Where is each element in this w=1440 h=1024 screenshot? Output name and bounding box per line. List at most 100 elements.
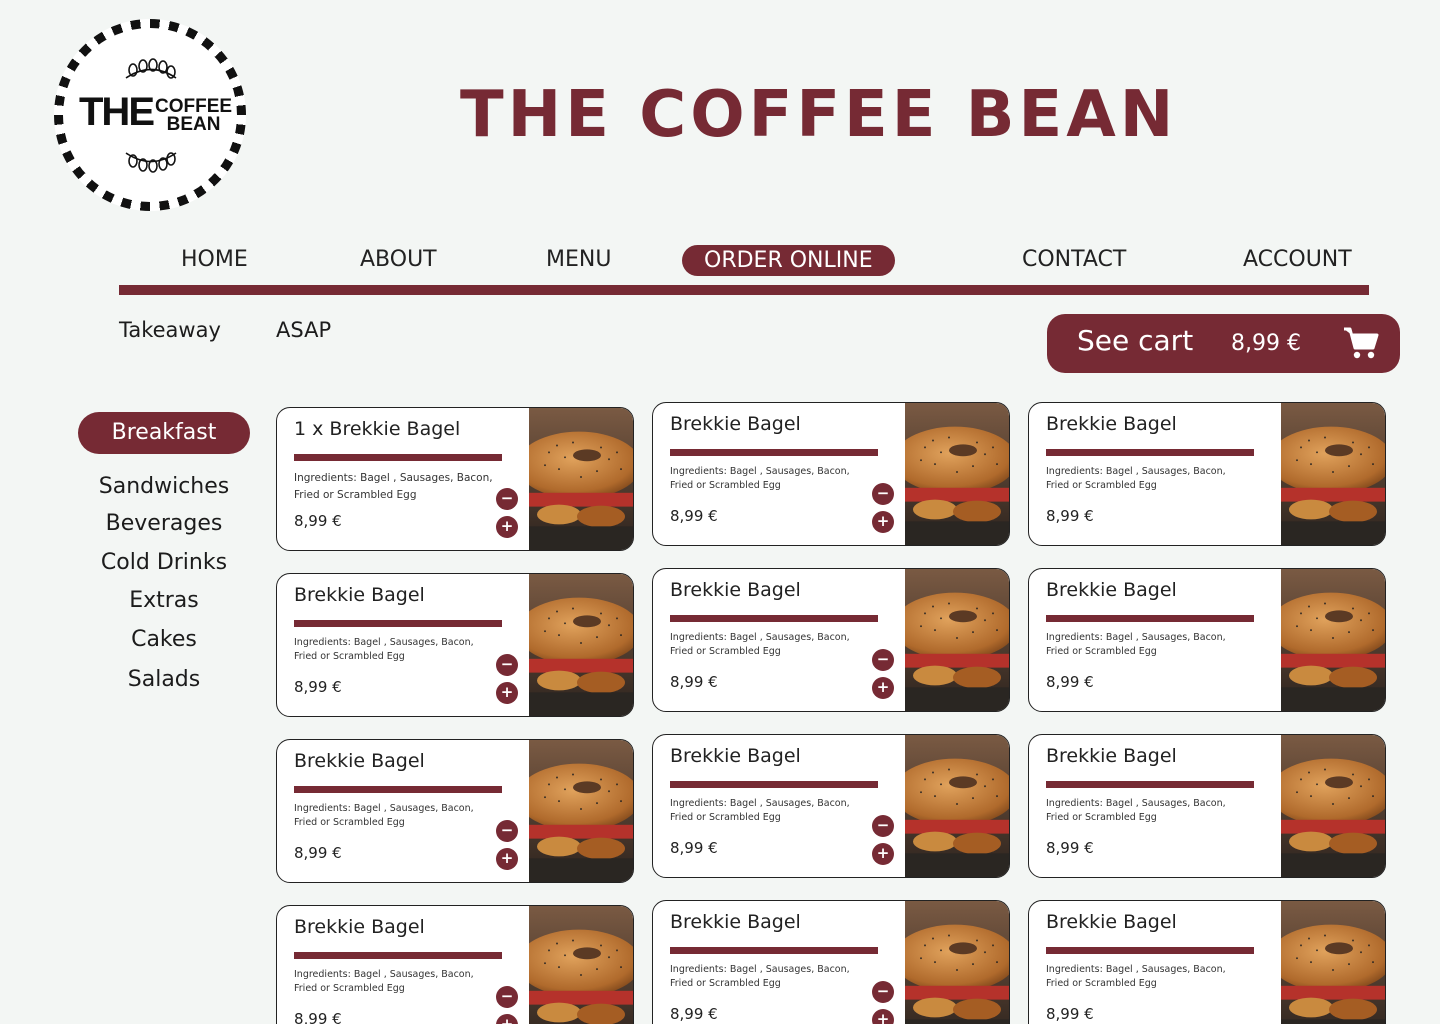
product-price: 8,99 € [670, 839, 718, 857]
plus-icon[interactable]: + [496, 1014, 518, 1024]
bagel-photo [1281, 735, 1385, 877]
product-ingredients: Ingredients: Bagel , Sausages, Bacon, Fr… [1046, 964, 1226, 989]
minus-icon[interactable]: − [872, 649, 894, 671]
product-price: 8,99 € [670, 507, 718, 525]
product-divider [670, 947, 878, 954]
product-divider [294, 620, 502, 627]
product-ingredients: Ingredients: Bagel , Sausages, Bacon, Fr… [1046, 466, 1226, 491]
product-price: 8,99 € [1046, 673, 1094, 691]
plus-icon[interactable]: + [872, 843, 894, 865]
product-ingredients: Ingredients: Bagel , Sausages, Bacon, Fr… [294, 969, 474, 994]
product-price: 8,99 € [670, 1005, 718, 1023]
nav-home[interactable]: HOME [181, 247, 248, 272]
logo-the: THE [79, 90, 155, 134]
product-price: 8,99 € [294, 678, 342, 696]
minus-icon[interactable]: − [496, 986, 518, 1008]
nav-about[interactable]: ABOUT [360, 247, 437, 272]
nav-contact[interactable]: CONTACT [1022, 247, 1126, 272]
minus-icon[interactable]: − [496, 820, 518, 842]
product-name: Brekkie Bagel [1046, 413, 1177, 435]
product-name: Brekkie Bagel [670, 579, 801, 601]
product-card[interactable]: Brekkie Bagel Ingredients: Bagel , Sausa… [1028, 568, 1386, 712]
product-card[interactable]: Brekkie Bagel Ingredients: Bagel , Sausa… [652, 568, 1010, 712]
bagel-photo [905, 735, 1009, 877]
see-cart-button[interactable]: See cart 8,99 € [1047, 314, 1400, 373]
cart-total: 8,99 € [1231, 331, 1301, 356]
product-card[interactable]: Brekkie Bagel Ingredients: Bagel , Sausa… [652, 402, 1010, 546]
product-ingredients: Ingredients: Bagel , Sausages, Bacon, Fr… [1046, 798, 1226, 823]
product-price: 8,99 € [294, 1010, 342, 1024]
product-ingredients: Ingredients: Bagel , Sausages, Bacon, Fr… [1046, 632, 1226, 657]
product-name: Brekkie Bagel [1046, 911, 1177, 933]
product-price: 8,99 € [294, 512, 342, 530]
plus-icon[interactable]: + [872, 511, 894, 533]
category-sandwiches[interactable]: Sandwiches [78, 474, 250, 499]
bagel-photo [1281, 569, 1385, 711]
product-price: 8,99 € [670, 673, 718, 691]
product-divider [1046, 781, 1254, 788]
product-name: Brekkie Bagel [670, 911, 801, 933]
minus-icon[interactable]: − [872, 981, 894, 1003]
bagel-photo [905, 403, 1009, 545]
plus-icon[interactable]: + [496, 516, 518, 538]
product-name: Brekkie Bagel [1046, 745, 1177, 767]
category-beverages[interactable]: Beverages [78, 511, 250, 536]
product-ingredients: Ingredients: Bagel , Sausages, Bacon, Fr… [670, 466, 850, 491]
category-cakes[interactable]: Cakes [78, 627, 250, 652]
product-price: 8,99 € [294, 844, 342, 862]
nav-account[interactable]: ACCOUNT [1243, 247, 1352, 272]
product-card[interactable]: Brekkie Bagel Ingredients: Bagel , Sausa… [276, 573, 634, 717]
product-card[interactable]: Brekkie Bagel Ingredients: Bagel , Sausa… [276, 739, 634, 883]
site-title: THE COFFEE BEAN [460, 78, 1178, 152]
product-price: 8,99 € [1046, 507, 1094, 525]
product-name: Brekkie Bagel [294, 916, 425, 938]
product-card[interactable]: Brekkie Bagel Ingredients: Bagel , Sausa… [652, 900, 1010, 1024]
order-time[interactable]: ASAP [276, 318, 331, 342]
bagel-photo [1281, 403, 1385, 545]
product-card[interactable]: Brekkie Bagel Ingredients: Bagel , Sausa… [1028, 734, 1386, 878]
nav-menu[interactable]: MENU [546, 247, 611, 272]
see-cart-label: See cart [1077, 324, 1194, 357]
product-name: Brekkie Bagel [1046, 579, 1177, 601]
bagel-photo [905, 569, 1009, 711]
category-breakfast[interactable]: Breakfast [78, 412, 250, 454]
logo[interactable]: THE COFFEE BEAN [54, 19, 246, 211]
plus-icon[interactable]: + [496, 682, 518, 704]
product-divider [1046, 615, 1254, 622]
minus-icon[interactable]: − [496, 654, 518, 676]
product-name: Brekkie Bagel [670, 413, 801, 435]
minus-icon[interactable]: − [496, 488, 518, 510]
plus-icon[interactable]: + [872, 677, 894, 699]
product-card[interactable]: Brekkie Bagel Ingredients: Bagel , Sausa… [276, 905, 634, 1024]
product-card[interactable]: Brekkie Bagel Ingredients: Bagel , Sausa… [1028, 900, 1386, 1024]
product-name: Brekkie Bagel [294, 750, 425, 772]
shopping-cart-icon [1344, 327, 1379, 359]
category-salads[interactable]: Salads [78, 667, 250, 692]
coffee-bean-branch-icon [125, 58, 177, 79]
bagel-photo [1281, 901, 1385, 1024]
product-ingredients: Ingredients: Bagel , Sausages, Bacon, Fr… [670, 632, 850, 657]
product-name: Brekkie Bagel [294, 584, 425, 606]
product-ingredients: Ingredients: Bagel , Sausages, Bacon, Fr… [670, 964, 850, 989]
product-card[interactable]: Brekkie Bagel Ingredients: Bagel , Sausa… [652, 734, 1010, 878]
category-cold-drinks[interactable]: Cold Drinks [78, 550, 250, 575]
product-card[interactable]: 1 x Brekkie Bagel Ingredients: Bagel , S… [276, 407, 634, 551]
nav-divider [119, 285, 1369, 295]
category-extras[interactable]: Extras [78, 588, 250, 613]
product-divider [294, 454, 502, 461]
product-price: 8,99 € [1046, 839, 1094, 857]
plus-icon[interactable]: + [496, 848, 518, 870]
product-divider [1046, 449, 1254, 456]
product-card[interactable]: Brekkie Bagel Ingredients: Bagel , Sausa… [1028, 402, 1386, 546]
product-divider [670, 781, 878, 788]
logo-badge: THE COFFEE BEAN [63, 28, 237, 202]
product-price: 8,99 € [1046, 1005, 1094, 1023]
plus-icon[interactable]: + [872, 1009, 894, 1024]
product-name: Brekkie Bagel [670, 745, 801, 767]
minus-icon[interactable]: − [872, 815, 894, 837]
nav-order-online[interactable]: ORDER ONLINE [682, 245, 895, 276]
product-divider [294, 952, 502, 959]
minus-icon[interactable]: − [872, 483, 894, 505]
order-mode[interactable]: Takeaway [119, 318, 221, 342]
product-ingredients: Ingredients: Bagel , Sausages, Bacon, Fr… [294, 472, 493, 501]
